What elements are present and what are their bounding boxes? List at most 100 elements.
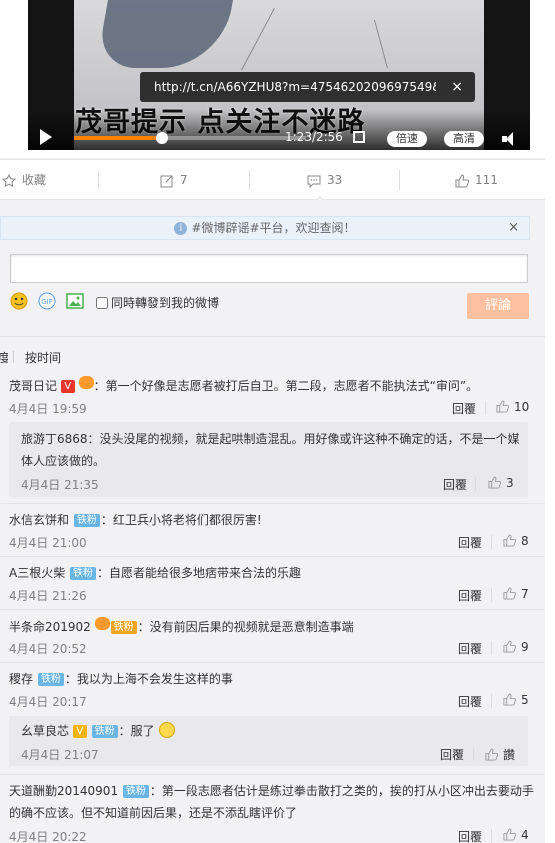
comment-like-count: 4 [521, 828, 529, 842]
repost-option[interactable]: 同時轉發到我的微博 [96, 294, 219, 311]
comment-like-count: 8 [521, 534, 529, 548]
divider [491, 535, 492, 549]
thumbs-up-icon [503, 828, 516, 841]
star-icon [2, 173, 16, 187]
notice-text[interactable]: #微博辟谣#平台，欢迎查阅！ [191, 221, 355, 235]
progress-bar[interactable] [74, 132, 306, 144]
action-bar: 收藏 7 33 111 [0, 159, 555, 211]
fan-badge: 铁粉 [110, 621, 137, 634]
reply-button[interactable]: 回覆 [458, 534, 482, 551]
weibo-post-page: 茂哥提示 点关注不迷路 http://t.cn/A66YZHU8?m=47546… [0, 0, 555, 843]
quality-button[interactable]: 高清 [444, 131, 484, 147]
comment-icon [307, 175, 321, 188]
comment-username[interactable]: 水信玄饼和 [9, 513, 69, 527]
video-section: 茂哥提示 点关注不迷路 http://t.cn/A66YZHU8?m=47546… [0, 0, 555, 158]
comment-username[interactable]: 半条命201902 [9, 620, 91, 634]
comment-like-button[interactable]: 5 [503, 693, 529, 707]
sort-by-hot-tab[interactable]: 度 [0, 349, 8, 366]
comment-time: 4月4日 20:22 [9, 830, 87, 843]
comment-text: ：自愿者能给很多地痞带来合法的乐趣 [97, 566, 302, 580]
action-divider [249, 170, 250, 190]
comment-username[interactable]: 幺草良芯 [21, 724, 69, 738]
comment-text-line2: 体人应该做的。 [21, 454, 106, 468]
thumbs-up-icon [485, 748, 498, 761]
row-divider [0, 503, 545, 504]
comment-text: ：第一个好像是志愿者被打后自卫。第二段，志愿者不能执法式“审问”。 [93, 379, 479, 393]
speed-button[interactable]: 倍速 [387, 131, 427, 147]
reply-button[interactable]: 回覆 [458, 587, 482, 604]
image-icon[interactable] [66, 292, 84, 310]
comment-time: 4月4日 20:17 [9, 695, 87, 709]
divider [0, 336, 545, 337]
repost-button[interactable]: 7 [160, 160, 188, 200]
reply-button[interactable]: 回覆 [458, 640, 482, 657]
comment-username[interactable]: 天道酬勤20140901 [9, 784, 118, 798]
comment-text: ：没有前因后果的视频就是恶意制造事端 [137, 620, 354, 634]
fan-badge: 铁粉 [70, 567, 97, 580]
row-divider [0, 774, 545, 775]
row-divider [0, 662, 545, 663]
divider [475, 477, 476, 491]
reply-button[interactable]: 回覆 [452, 400, 476, 417]
repost-icon [160, 175, 173, 187]
comment-text-line2: 的确不应该。但不知道前因后果，还是不添乱瞎评价了 [9, 806, 298, 820]
video-player[interactable]: 茂哥提示 点关注不迷路 http://t.cn/A66YZHU8?m=47546… [28, 0, 530, 150]
comment-like-count: 讚 [503, 748, 516, 762]
rumor-notice: i #微博辟谣#平台，欢迎查阅！ × [0, 216, 530, 240]
submit-comment-button[interactable]: 評論 [467, 293, 529, 319]
comment-username[interactable]: A三根火柴 [9, 566, 65, 580]
emoji-icon[interactable] [10, 292, 28, 310]
comment-like-button[interactable]: 4 [503, 828, 529, 842]
info-icon: i [174, 222, 188, 235]
divider [473, 747, 474, 761]
comment-like-button[interactable]: 讚 [485, 746, 515, 763]
action-divider [98, 170, 99, 190]
thumbs-up-icon [503, 693, 516, 706]
comment-like-button[interactable]: 10 [496, 400, 529, 414]
comment-text: ：服了 [118, 724, 155, 738]
verified-badge-icon: V [72, 725, 87, 738]
fan-badge: 铁粉 [37, 673, 64, 686]
comment-textbox[interactable] [10, 254, 528, 283]
video-scene-line [241, 8, 275, 71]
comment-username[interactable]: 稷存 [9, 672, 33, 686]
comment-time: 4月4日 21:00 [9, 536, 87, 550]
comment-like-button[interactable]: 3 [488, 476, 514, 490]
verified-badge-icon: V [60, 380, 75, 393]
sort-by-time-tab[interactable]: 按时间 [25, 349, 61, 366]
emoji-icon [158, 722, 175, 738]
notice-close-icon[interactable]: × [508, 217, 519, 239]
comment-text: ：没头没尾的视频，就是起哄制造混乱。用好像或许这种不确定的话，不是一个媒 [87, 432, 520, 446]
reply-button[interactable]: 回覆 [458, 693, 482, 710]
divider [491, 641, 492, 655]
comment-time: 4月4日 21:26 [9, 589, 87, 603]
repost-checkbox[interactable] [96, 297, 108, 309]
reply-button[interactable]: 回覆 [458, 828, 482, 843]
comment-username[interactable]: 茂哥日记 [9, 379, 57, 393]
fullscreen-icon[interactable] [353, 131, 365, 143]
video-time: 1:23/2:56 [285, 130, 343, 144]
comment-button[interactable]: 33 [307, 160, 342, 200]
comment-like-button[interactable]: 7 [503, 587, 529, 601]
url-popup-close-icon[interactable]: × [451, 72, 463, 102]
comment-like-count: 5 [521, 693, 529, 707]
comment-text: ：我以为上海不会发生这样的事 [64, 672, 233, 686]
like-button[interactable]: 111 [455, 160, 498, 200]
reply-box: 旅游丁6868：没头没尾的视频，就是起哄制造混乱。用好像或许这种不确定的话，不是… [9, 422, 528, 497]
comment-like-button[interactable]: 8 [503, 534, 529, 548]
thumbs-up-icon [488, 476, 501, 489]
url-popup-text: http://t.cn/A66YZHU8?m=4754620209697549&… [154, 80, 436, 94]
comment-body: 半条命201902 铁粉 ：没有前因后果的视频就是恶意制造事端 [9, 617, 354, 635]
volume-icon[interactable] [502, 132, 520, 146]
member-medal-icon [94, 617, 110, 630]
divider [491, 694, 492, 708]
reply-button[interactable]: 回覆 [440, 746, 464, 763]
comment-username[interactable]: 旅游丁6868 [21, 432, 88, 446]
gif-icon[interactable]: GIF [38, 292, 56, 310]
progress-handle[interactable] [156, 132, 169, 144]
favorite-button[interactable]: 收藏 [2, 160, 46, 200]
play-icon[interactable] [40, 129, 52, 145]
comment-like-button[interactable]: 9 [503, 640, 529, 654]
comment-time: 4月4日 20:52 [9, 642, 87, 656]
reply-button[interactable]: 回覆 [443, 476, 467, 493]
